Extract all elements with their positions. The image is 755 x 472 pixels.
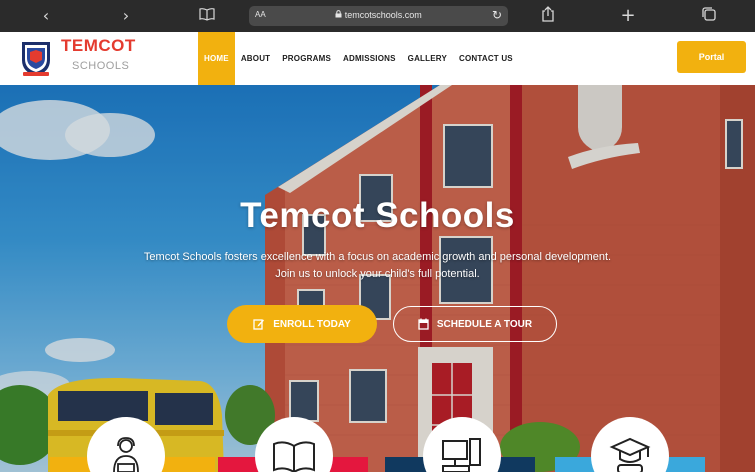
hero-subtitle: Temcot Schools fosters excellence with a… [143, 251, 612, 280]
school-logo[interactable] [20, 38, 52, 78]
forward-icon[interactable]: › [116, 6, 136, 26]
nav-about[interactable]: ABOUT [235, 32, 276, 85]
portal-button[interactable]: Portal [677, 41, 746, 73]
teacher-icon [113, 437, 139, 472]
new-tab-icon[interactable]: + [618, 6, 638, 26]
schedule-tour-button[interactable]: SCHEDULE A TOUR [393, 306, 557, 342]
graduate-icon [609, 437, 651, 472]
nav-gallery[interactable]: GALLERY [402, 32, 453, 85]
hero-title: Temcot Schools [240, 196, 515, 235]
brand-subtitle: SCHOOLS [72, 60, 130, 72]
url-text: temcotschools.com [249, 10, 508, 20]
address-bar[interactable]: AA temcotschools.com ↻ [249, 6, 508, 26]
hero-section: Temcot Schools Temcot Schools fosters ex… [0, 85, 755, 472]
calendar-icon [418, 318, 429, 330]
edit-icon [253, 319, 265, 330]
bookmarks-icon[interactable] [197, 6, 217, 26]
book-icon [273, 441, 315, 472]
back-icon[interactable]: ‹ [36, 6, 56, 26]
browser-toolbar: ‹ › AA temcotschools.com ↻ + [0, 0, 755, 32]
computer-icon [442, 438, 481, 472]
share-icon[interactable] [538, 6, 558, 26]
nav-home[interactable]: HOME [198, 32, 235, 85]
main-nav: HOME ABOUT PROGRAMS ADMISSIONS GALLERY C… [198, 32, 519, 85]
nav-programs[interactable]: PROGRAMS [276, 32, 337, 85]
nav-admissions[interactable]: ADMISSIONS [337, 32, 402, 85]
lock-icon [335, 10, 342, 18]
reload-icon[interactable]: ↻ [492, 8, 502, 22]
enroll-button[interactable]: ENROLL TODAY [227, 305, 377, 343]
site-header: TEMCOT SCHOOLS HOME ABOUT PROGRAMS ADMIS… [0, 32, 755, 85]
brand-name[interactable]: TEMCOT [61, 36, 136, 56]
tabs-icon[interactable] [699, 6, 719, 26]
nav-contact[interactable]: CONTACT US [453, 32, 519, 85]
